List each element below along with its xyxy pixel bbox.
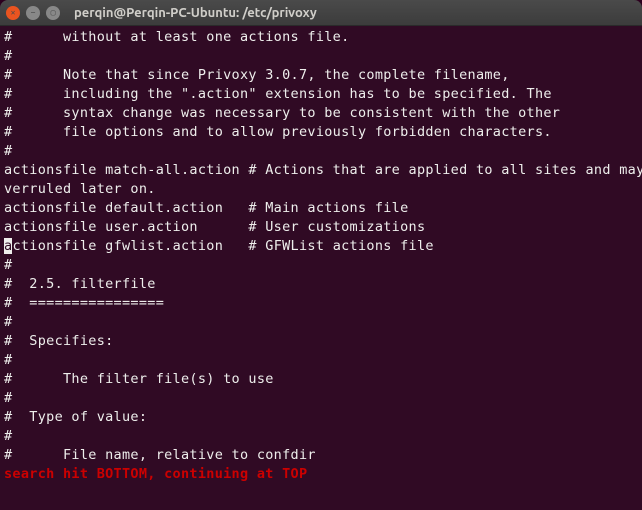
maximize-button[interactable]: ▢ bbox=[46, 6, 60, 20]
terminal-line: # bbox=[4, 313, 638, 332]
terminal-line: # bbox=[4, 256, 638, 275]
terminal-line: # File name, relative to confdir bbox=[4, 446, 638, 465]
terminal-line: # without at least one actions file. bbox=[4, 28, 638, 47]
terminal-line: actionsfile user.action # User customiza… bbox=[4, 218, 638, 237]
terminal-line: # bbox=[4, 427, 638, 446]
maximize-icon: ▢ bbox=[51, 8, 56, 17]
minimize-button[interactable]: − bbox=[26, 6, 40, 20]
terminal-line: # including the ".action" extension has … bbox=[4, 85, 638, 104]
terminal-content[interactable]: # without at least one actions file.## N… bbox=[0, 26, 642, 510]
close-button[interactable]: ✕ bbox=[6, 6, 20, 20]
titlebar: ✕ − ▢ perqin@Perqin-PC-Ubuntu: /etc/priv… bbox=[0, 0, 642, 26]
window-buttons: ✕ − ▢ bbox=[6, 6, 60, 20]
terminal-line: # file options and to allow previously f… bbox=[4, 123, 638, 142]
terminal-line: # 2.5. filterfile bbox=[4, 275, 638, 294]
terminal-line: # bbox=[4, 142, 638, 161]
search-status: search hit BOTTOM, continuing at TOP bbox=[4, 465, 638, 484]
close-icon: ✕ bbox=[11, 8, 16, 17]
terminal-line: # Specifies: bbox=[4, 332, 638, 351]
terminal-line: # bbox=[4, 351, 638, 370]
terminal-window: ✕ − ▢ perqin@Perqin-PC-Ubuntu: /etc/priv… bbox=[0, 0, 642, 510]
terminal-line: actionsfile match-all.action # Actions t… bbox=[4, 161, 638, 180]
terminal-line: actionsfile default.action # Main action… bbox=[4, 199, 638, 218]
terminal-line: actionsfile gfwlist.action # GFWList act… bbox=[4, 237, 638, 256]
terminal-line: # bbox=[4, 389, 638, 408]
minimize-icon: − bbox=[31, 8, 36, 17]
terminal-line: # ================ bbox=[4, 294, 638, 313]
window-title: perqin@Perqin-PC-Ubuntu: /etc/privoxy bbox=[74, 6, 317, 20]
terminal-line: # The filter file(s) to use bbox=[4, 370, 638, 389]
terminal-line: verruled later on. bbox=[4, 180, 638, 199]
terminal-line: # syntax change was necessary to be cons… bbox=[4, 104, 638, 123]
terminal-line: # Note that since Privoxy 3.0.7, the com… bbox=[4, 66, 638, 85]
terminal-line: # Type of value: bbox=[4, 408, 638, 427]
cursor: a bbox=[4, 238, 12, 254]
terminal-line: # bbox=[4, 47, 638, 66]
